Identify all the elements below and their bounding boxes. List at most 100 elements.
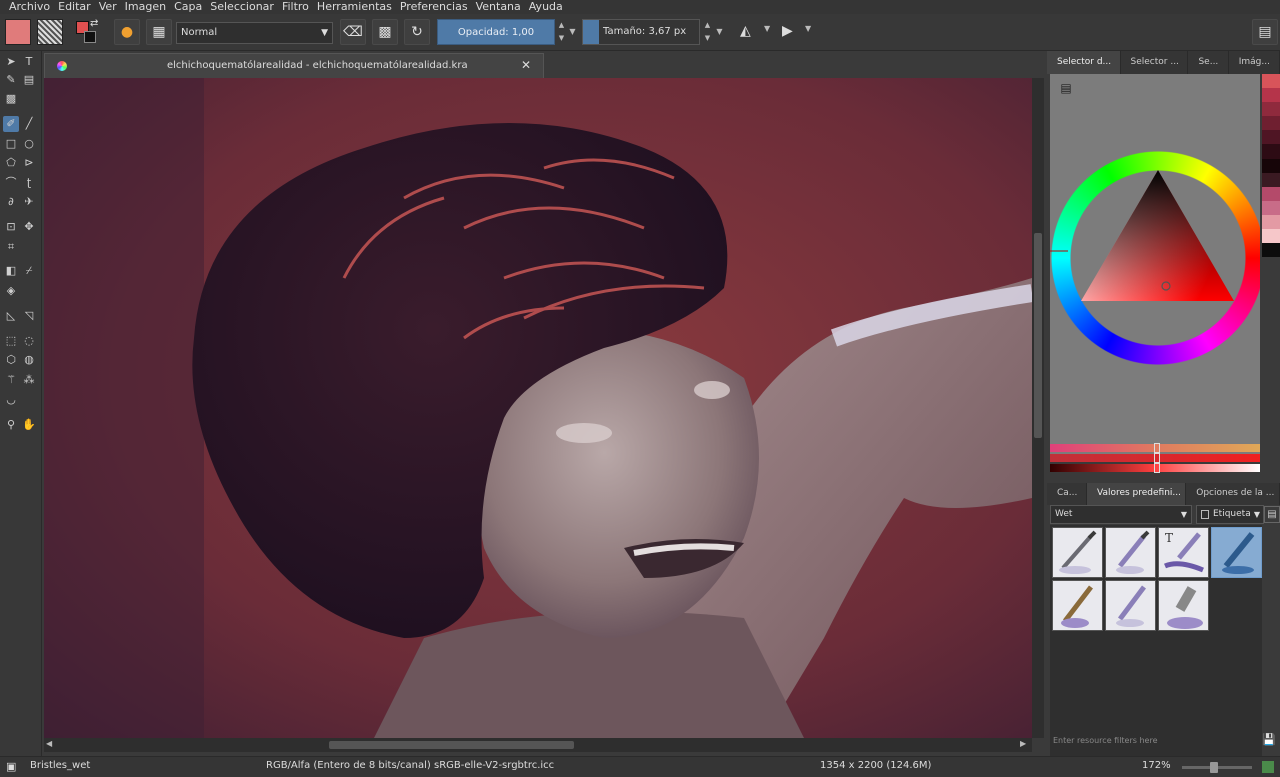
background-color[interactable] bbox=[84, 31, 96, 43]
color-history-palette[interactable] bbox=[1262, 74, 1280, 258]
value-slider-handle[interactable] bbox=[1154, 463, 1160, 473]
menu-ver[interactable]: Ver bbox=[96, 0, 122, 14]
palette-swatch[interactable] bbox=[1262, 130, 1280, 145]
workspace-button[interactable]: ▦ bbox=[146, 19, 172, 45]
menu-ventana[interactable]: Ventana bbox=[473, 0, 526, 14]
palette-swatch[interactable] bbox=[1262, 158, 1280, 173]
rectangle-tool-icon[interactable]: □ bbox=[3, 136, 19, 152]
drawing-canvas[interactable] bbox=[44, 78, 1032, 738]
tag-menu-button[interactable]: Etiqueta ▼ bbox=[1196, 505, 1264, 524]
tab-color-selector[interactable]: Selector ... bbox=[1121, 51, 1189, 74]
reload-preset-button[interactable]: ↻ bbox=[404, 19, 430, 45]
close-tab-icon[interactable]: ✕ bbox=[521, 58, 531, 72]
pan-tool-icon[interactable]: ✋ bbox=[21, 417, 37, 433]
view-mode-icon[interactable]: ▤ bbox=[1264, 506, 1280, 523]
menu-ayuda[interactable]: Ayuda bbox=[526, 0, 568, 14]
menu-imagen[interactable]: Imagen bbox=[122, 0, 171, 14]
eraser-mode-button[interactable]: ⌫ bbox=[340, 19, 366, 45]
edit-shapes-tool-icon[interactable]: ✎ bbox=[3, 72, 19, 88]
bezier-tool-icon[interactable]: ⌒ bbox=[3, 175, 19, 191]
brush-preset-tile[interactable] bbox=[1105, 580, 1156, 631]
brush-preset-tile-selected[interactable] bbox=[1211, 527, 1262, 578]
brush-preset-tile[interactable] bbox=[1158, 580, 1209, 631]
pattern-tool-icon[interactable]: ▩ bbox=[3, 91, 19, 107]
zoom-tool-icon[interactable]: ⚲ bbox=[3, 417, 19, 433]
select-shape-tool-icon[interactable]: ➤ bbox=[3, 54, 19, 70]
fg-bg-color-selector[interactable]: ⇄ bbox=[74, 18, 100, 45]
fill-tool-icon[interactable]: ◈ bbox=[3, 283, 19, 299]
freehand-path-tool-icon[interactable]: ʈ bbox=[21, 175, 37, 191]
menu-editar[interactable]: Editar bbox=[55, 0, 96, 14]
ellipse-tool-icon[interactable]: ○ bbox=[21, 136, 37, 152]
canvas-vertical-scrollbar[interactable] bbox=[1032, 78, 1044, 738]
tag-select[interactable]: Wet ▼ bbox=[1050, 505, 1192, 524]
menu-filtro[interactable]: Filtro bbox=[279, 0, 314, 14]
mirror-horizontal-icon[interactable]: ◭ bbox=[740, 23, 751, 49]
palette-swatch[interactable] bbox=[1262, 186, 1280, 201]
tab-advanced-color-selector[interactable]: Selector d... bbox=[1047, 51, 1121, 74]
move-tool-icon[interactable]: ✥ bbox=[21, 219, 37, 235]
tab-se[interactable]: Se... bbox=[1188, 51, 1229, 74]
freehand-select-tool-icon[interactable]: ◍ bbox=[21, 352, 37, 368]
dynamic-brush-tool-icon[interactable]: ∂ bbox=[3, 194, 19, 210]
palette-swatch[interactable] bbox=[1262, 243, 1280, 258]
line-tool-icon[interactable]: ╱ bbox=[21, 116, 37, 132]
polygon-select-tool-icon[interactable]: ⬡ bbox=[3, 352, 19, 368]
zoom-slider[interactable] bbox=[1182, 762, 1252, 773]
palette-swatch[interactable] bbox=[1262, 88, 1280, 103]
text-tool-icon[interactable]: T bbox=[21, 54, 37, 70]
tab-tool-options[interactable]: Opciones de la ... bbox=[1186, 483, 1280, 505]
saturation-slider-handle[interactable] bbox=[1154, 453, 1160, 463]
multibrush-tool-icon[interactable]: ✈ bbox=[21, 194, 37, 210]
size-slider[interactable]: Tamaño: 3,67 px bbox=[582, 19, 700, 45]
palette-swatch[interactable] bbox=[1262, 74, 1280, 89]
zoom-slider-handle[interactable] bbox=[1210, 762, 1218, 773]
document-tab[interactable]: elchichoquematólarealidad - elchichoquem… bbox=[44, 53, 544, 78]
pattern-swatch[interactable] bbox=[37, 19, 63, 45]
mirror-vertical-icon[interactable]: ▶ bbox=[782, 23, 793, 49]
similar-select-tool-icon[interactable]: ⁂ bbox=[21, 372, 37, 388]
brush-preset-button[interactable]: ● bbox=[114, 19, 140, 45]
palette-swatch[interactable] bbox=[1262, 229, 1280, 244]
resource-filter-input[interactable]: Enter resource filters here bbox=[1050, 731, 1260, 751]
hscroll-thumb[interactable] bbox=[329, 741, 574, 749]
brush-preset-tile[interactable]: T bbox=[1158, 527, 1209, 578]
swap-colors-icon[interactable]: ⇄ bbox=[90, 18, 98, 29]
palette-swatch[interactable] bbox=[1262, 144, 1280, 159]
palette-swatch[interactable] bbox=[1262, 172, 1280, 187]
opacity-dropdown-icon[interactable]: ▼ bbox=[568, 19, 577, 45]
palette-swatch[interactable] bbox=[1262, 214, 1280, 230]
saturation-slider[interactable] bbox=[1050, 453, 1260, 463]
menu-preferencias[interactable]: Preferencias bbox=[397, 0, 473, 14]
gradient-swatch[interactable] bbox=[5, 19, 31, 45]
size-spin[interactable]: ▲ ▼ bbox=[703, 19, 712, 45]
selection-status-icon[interactable]: ▣ bbox=[6, 760, 16, 773]
contiguous-select-tool-icon[interactable]: ⚚ bbox=[3, 372, 19, 388]
tab-image[interactable]: Imág... bbox=[1229, 51, 1280, 74]
transform-tool-icon[interactable]: ⊡ bbox=[3, 219, 19, 235]
blend-mode-select[interactable]: Normal ▼ bbox=[176, 22, 333, 44]
toggle-docker-button[interactable]: ▤ bbox=[1252, 19, 1278, 45]
menu-seleccionar[interactable]: Seleccionar bbox=[207, 0, 279, 14]
rect-select-tool-icon[interactable]: ⬚ bbox=[3, 333, 19, 349]
brush-preset-tile[interactable] bbox=[1052, 527, 1103, 578]
scroll-right-icon[interactable]: ▶ bbox=[1020, 739, 1026, 748]
mirror-h-dropdown-icon[interactable]: ▼ bbox=[764, 24, 770, 50]
canvas-horizontal-scrollbar[interactable]: ◀ ▶ bbox=[44, 738, 1032, 752]
brush-preset-tile[interactable] bbox=[1105, 527, 1156, 578]
assistant-tool-icon[interactable]: ◺ bbox=[3, 308, 19, 324]
ellipse-select-tool-icon[interactable]: ◌ bbox=[21, 333, 37, 349]
value-slider[interactable] bbox=[1050, 463, 1260, 473]
tab-layers[interactable]: Ca... bbox=[1047, 483, 1087, 505]
color-wheel[interactable] bbox=[1050, 74, 1260, 454]
bezier-select-tool-icon[interactable]: ◡ bbox=[3, 392, 19, 408]
save-icon[interactable]: 💾 bbox=[1260, 731, 1278, 749]
vscroll-thumb[interactable] bbox=[1034, 233, 1042, 438]
polygon-tool-icon[interactable]: ⬠ bbox=[3, 155, 19, 171]
color-picker-tool-icon[interactable]: ⌿ bbox=[21, 263, 37, 279]
mirror-v-dropdown-icon[interactable]: ▼ bbox=[805, 24, 811, 50]
opacity-spin[interactable]: ▲ ▼ bbox=[557, 19, 566, 45]
opacity-slider[interactable]: Opacidad: 1,00 bbox=[437, 19, 555, 45]
hue-slider-handle[interactable] bbox=[1154, 443, 1160, 453]
polyline-tool-icon[interactable]: ⊳ bbox=[21, 155, 37, 171]
